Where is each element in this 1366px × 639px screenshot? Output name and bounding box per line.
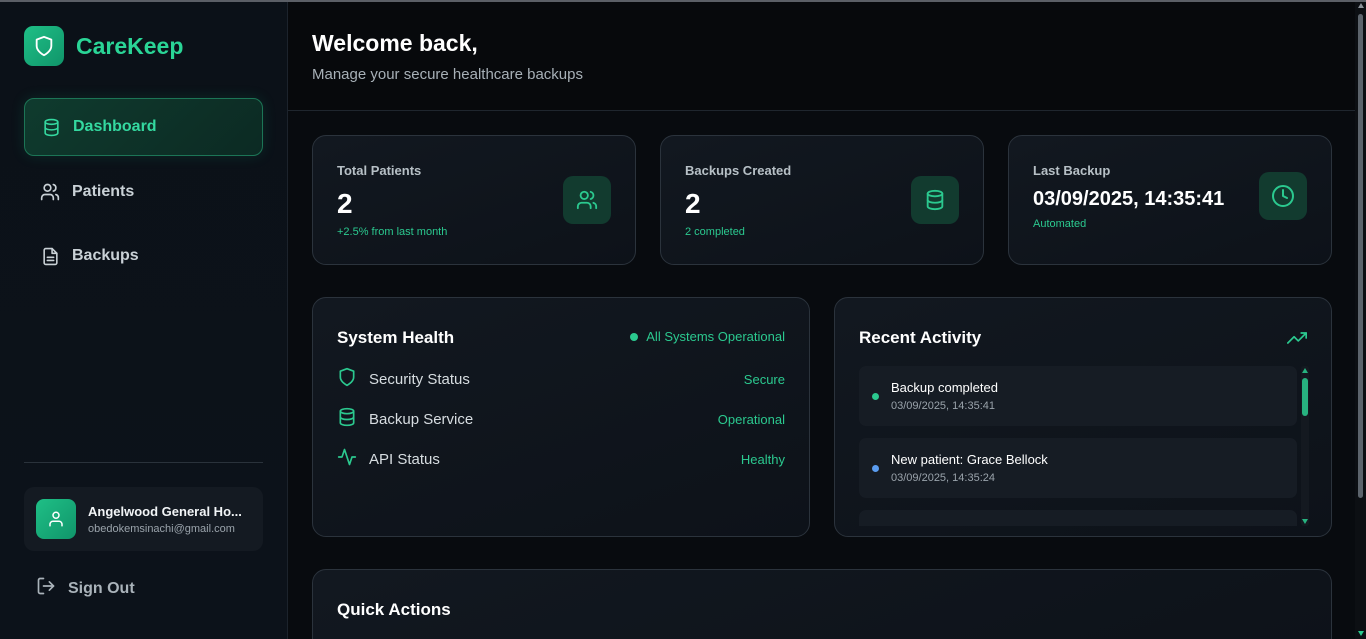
shield-icon [337,367,357,392]
health-row-security: Security Status Secure [337,367,785,391]
page-subtitle: Manage your secure healthcare backups [312,66,583,83]
activity-title: New patient: Grace Bellock [891,452,1048,467]
app-root: CareKeep Dashboard Patients Backups Ange… [0,0,1366,639]
sidebar-divider [24,462,263,463]
file-icon [40,246,60,266]
log-out-icon [36,576,56,601]
stat-label: Last Backup [1033,163,1111,178]
scroll-down-arrow[interactable] [1302,519,1308,524]
list-item[interactable]: Backup completed 03/09/2025, 14:35:41 [859,366,1297,426]
sidebar: CareKeep Dashboard Patients Backups Ange… [0,0,288,639]
brand-name: CareKeep [76,32,184,59]
activity-dot [872,465,879,472]
user-name: Angelwood General Ho... [88,503,242,519]
panel-title: Recent Activity [859,328,982,347]
users-icon [40,182,60,202]
status-dot [630,332,639,341]
stat-card-total-patients: Total Patients 2 +2.5% from last month [312,135,636,265]
page-scroll-up-arrow[interactable] [1358,3,1364,8]
health-label: API Status [369,450,440,468]
scroll-thumb[interactable] [1302,378,1308,416]
sidebar-item-dashboard[interactable]: Dashboard [24,98,263,156]
activity-title: Backup completed [891,380,998,395]
users-icon [563,176,611,224]
panel-title: System Health [337,328,455,347]
quick-actions-panel: Quick Actions [312,569,1332,639]
stat-label: Total Patients [337,163,422,178]
health-value: Operational [717,411,785,427]
sign-out-label: Sign Out [68,579,135,597]
user-info: Angelwood General Ho... obedokemsinachi@… [88,504,258,535]
health-value: Secure [743,371,785,387]
window-top-border [0,0,1366,2]
status-badge: All Systems Operational [630,329,785,344]
page-scrollbar[interactable] [1355,0,1366,639]
brand[interactable]: CareKeep [24,26,183,66]
health-row-api-status: API Status Healthy [337,447,785,471]
list-item[interactable]: New patient: Grace Bellock 03/09/2025, 1… [859,438,1297,498]
sidebar-item-label: Backups [72,247,139,264]
user-card[interactable]: Angelwood General Ho... obedokemsinachi@… [24,487,263,551]
user-email: obedokemsinachi@gmail.com [88,522,235,535]
sidebar-item-patients[interactable]: Patients [24,163,263,221]
page-scroll-thumb[interactable] [1358,14,1363,498]
stat-card-last-backup: Last Backup 03/09/2025, 14:35:41 Automat… [1008,135,1332,265]
user-icon [36,499,76,539]
status-text: All Systems Operational [646,329,785,344]
activity-time: 03/09/2025, 14:35:41 [891,400,995,412]
health-label: Backup Service [369,410,474,428]
health-label: Security Status [369,370,470,388]
scroll-up-arrow[interactable] [1302,368,1308,373]
stat-card-backups-created: Backups Created 2 2 completed [660,135,984,265]
health-value: Healthy [740,451,785,467]
recent-activity-panel: Recent Activity Backup completed 03/09/2… [834,297,1332,537]
list-item[interactable] [859,510,1297,526]
database-icon [337,407,357,432]
page-scroll-down-arrow[interactable] [1358,631,1364,636]
page-header: Welcome back, Manage your secure healthc… [288,0,1355,111]
trending-up-icon [1287,328,1307,353]
stat-value: 2 [685,188,701,219]
stat-value: 03/09/2025, 14:35:41 [1033,188,1225,210]
stat-note: +2.5% from last month [337,226,448,238]
activity-dot [872,393,879,400]
sidebar-item-backups[interactable]: Backups [24,227,263,285]
stat-label: Backups Created [685,163,792,178]
activity-scrollbar[interactable] [1301,366,1309,526]
stat-note: 2 completed [685,226,745,238]
sidebar-item-label: Dashboard [73,118,157,135]
activity-icon [337,447,357,472]
system-health-panel: System Health All Systems Operational Se… [312,297,810,537]
main-content: Welcome back, Manage your secure healthc… [288,0,1366,639]
activity-time: 03/09/2025, 14:35:24 [891,472,995,484]
health-row-backup-service: Backup Service Operational [337,407,785,431]
panel-title: Quick Actions [337,600,451,619]
stat-value: 2 [337,188,353,219]
sign-out-button[interactable]: Sign Out [36,576,135,601]
page-title: Welcome back, [312,30,478,56]
shield-icon [24,26,64,66]
stat-note: Automated [1033,218,1087,230]
database-icon [41,117,61,137]
clock-icon [1259,172,1307,220]
database-icon [911,176,959,224]
sidebar-item-label: Patients [72,183,135,200]
activity-list[interactable]: Backup completed 03/09/2025, 14:35:41 Ne… [859,366,1299,526]
